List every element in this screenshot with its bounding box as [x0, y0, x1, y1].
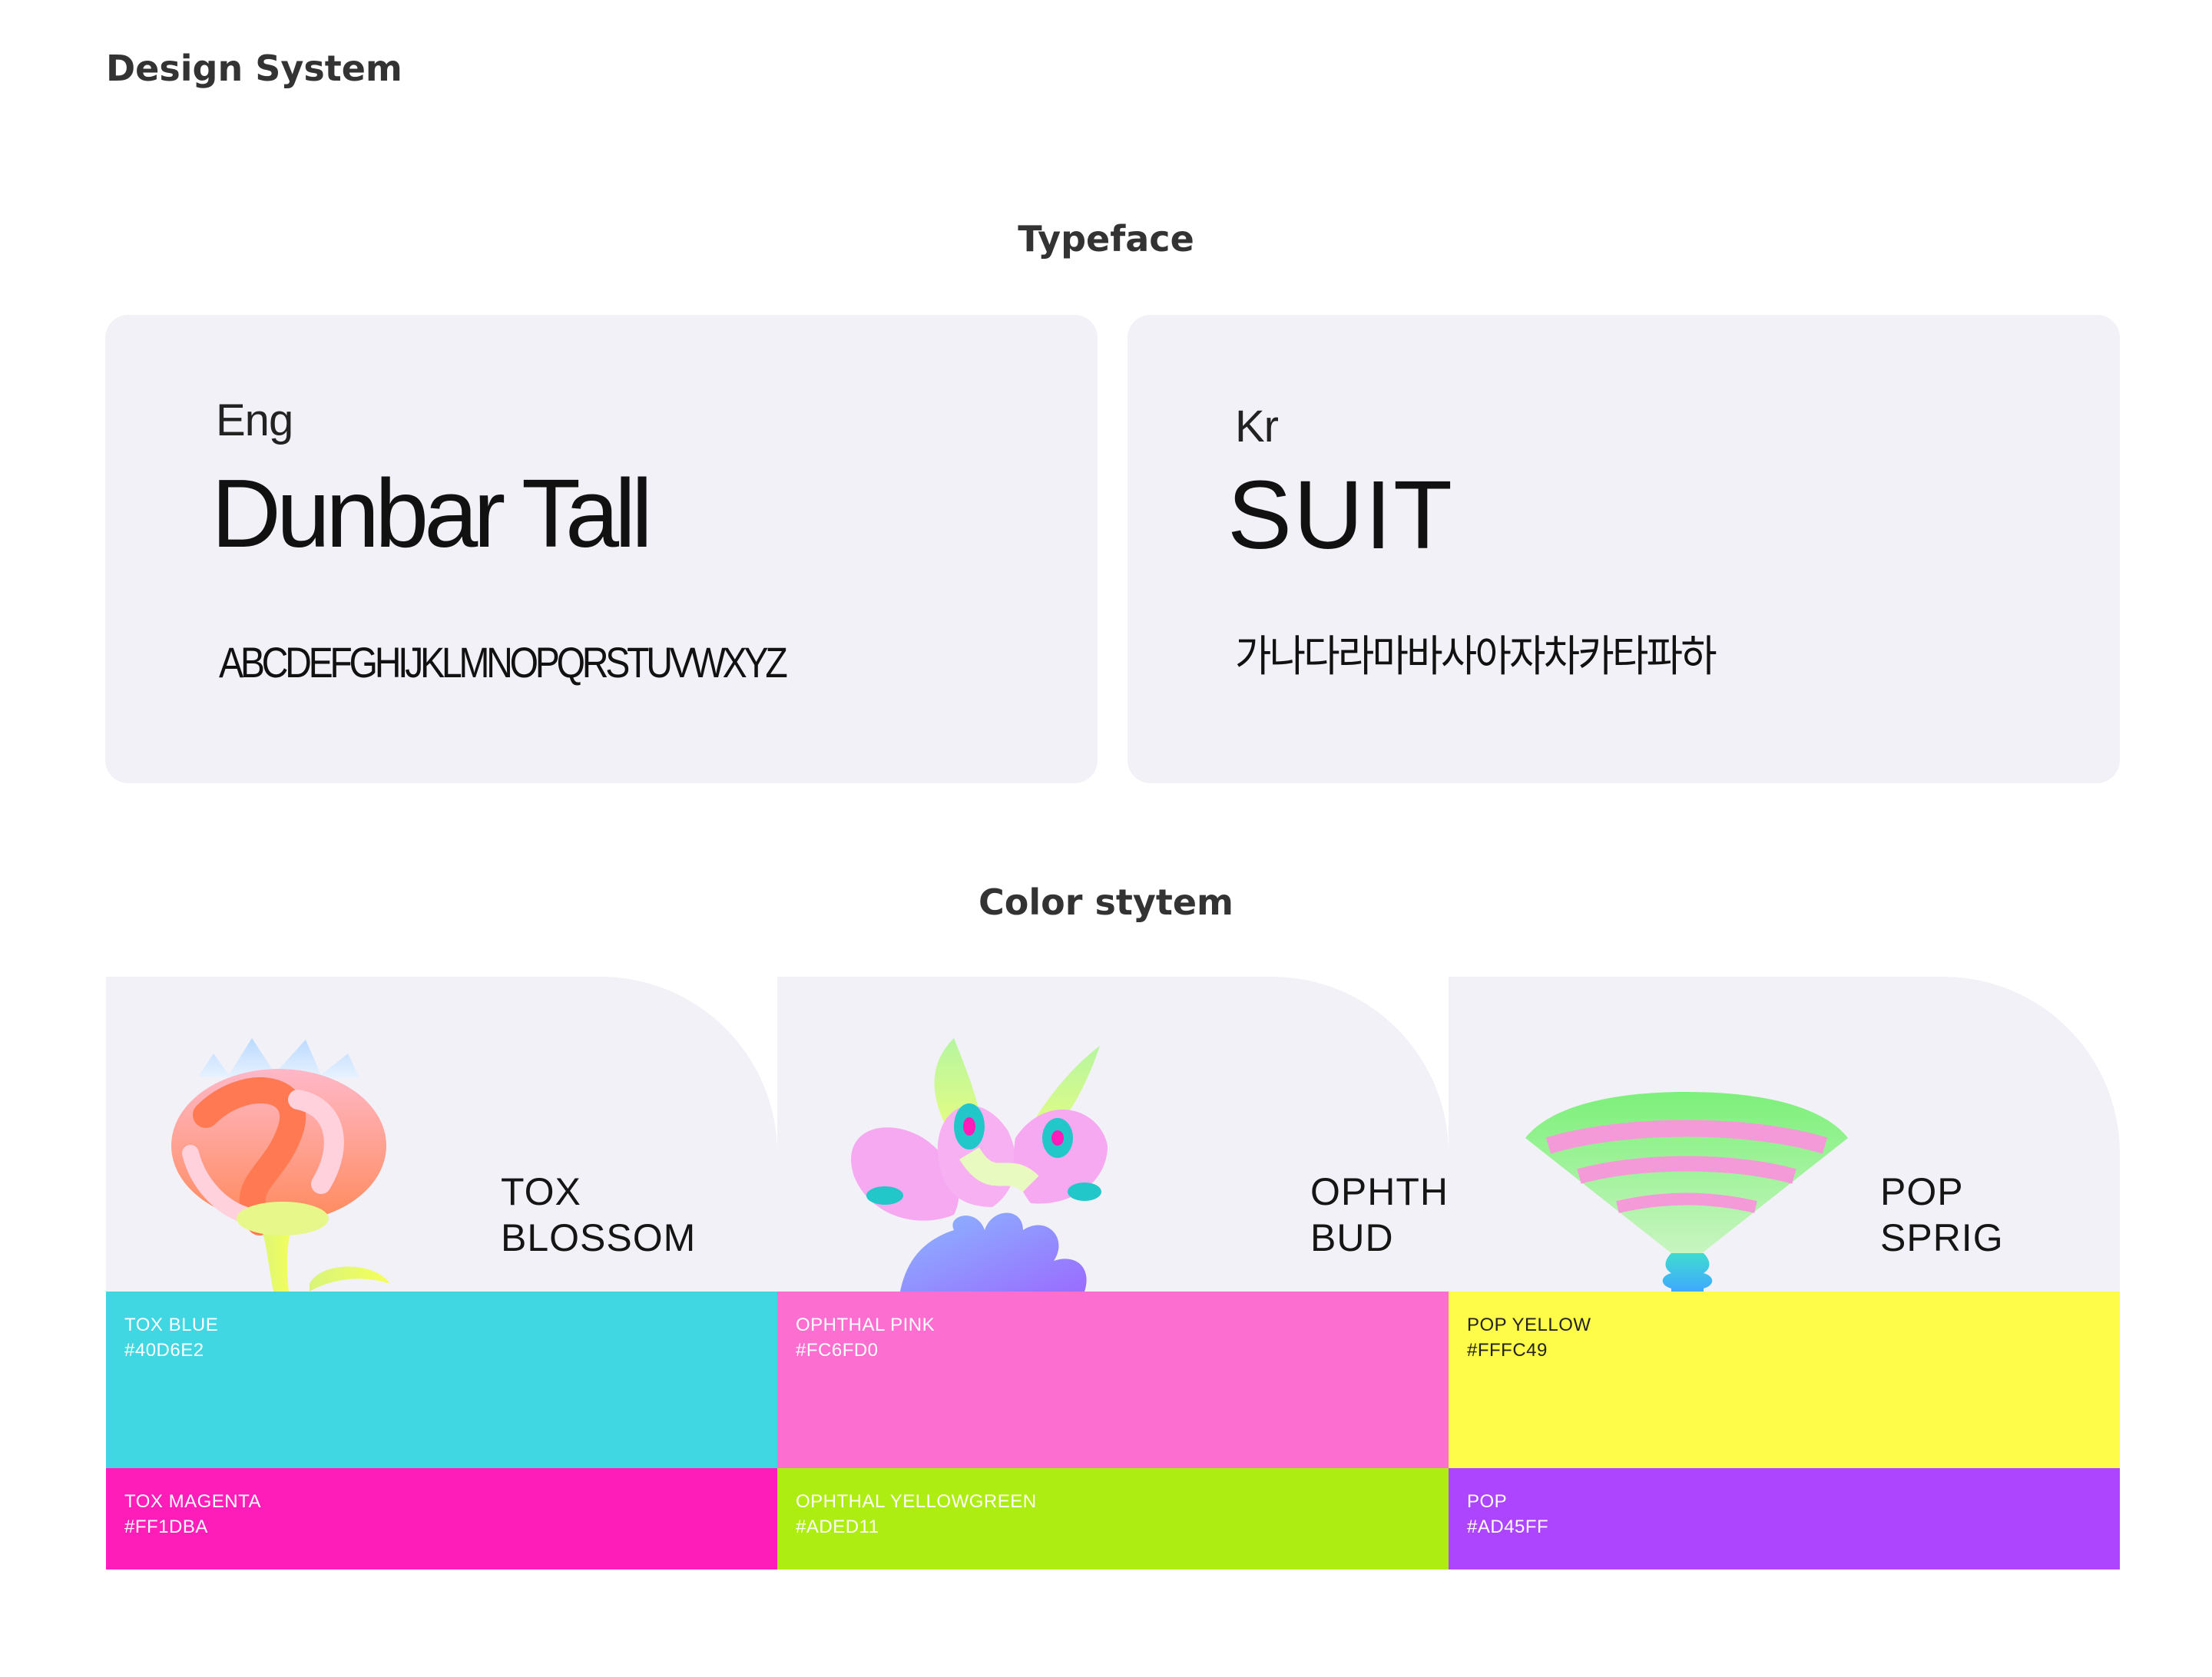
- swatch-label: OPHTHAL PINK: [796, 1315, 935, 1335]
- swatch-hex: #FFFC49: [1467, 1340, 1548, 1361]
- swatch-label: POP: [1467, 1491, 1508, 1512]
- page-title: Design System: [106, 48, 402, 89]
- swatch-label: POP YELLOW: [1467, 1315, 1591, 1335]
- swatch-hex: #AD45FF: [1467, 1517, 1549, 1537]
- typeface-hangul-sample: 가나다라마바사아자차카타파하: [1235, 632, 1717, 682]
- typeface-font-name: Dunbar Tall: [211, 459, 653, 567]
- typeface-card-kr: Kr SUIT 가나다라마바사아자차카타파하: [1128, 315, 2120, 783]
- swatch-label: TOX BLUE: [124, 1315, 219, 1335]
- swatch-pop-yellow: POP YELLOW #FFFC49: [1449, 1292, 2120, 1468]
- palette-column-ophthal: OPHTHAL BUD OPHTHAL PINK #FC6FD0 OPHTHAL…: [777, 977, 1496, 1570]
- swatch-tox-magenta: TOX MAGENTA #FF1DBA: [106, 1468, 777, 1570]
- swatch-ophthal-yellowgreen: OPHTHAL YELLOWGREEN #ADED11: [777, 1468, 1449, 1570]
- typeface-alphabet-sample: ABCDEFGHIJKLMNOPQRSTUVWXYZ: [219, 638, 788, 686]
- swatch-hex: #40D6E2: [124, 1340, 204, 1361]
- typeface-lang-label: Eng: [216, 395, 293, 445]
- palette-header: [1449, 977, 2120, 1292]
- swatch-label: TOX MAGENTA: [124, 1491, 261, 1512]
- swatch-pop-purple: POP #AD45FF: [1449, 1468, 2120, 1570]
- swatch-tox-blue: TOX BLUE #40D6E2: [106, 1292, 777, 1468]
- palette-column-tox: TOX BLOSSOM TOX BLUE #40D6E2 TOX MAGENTA…: [106, 977, 777, 1570]
- palette-column-name: TOX BLOSSOM: [501, 1170, 697, 1259]
- swatch-label: OPHTHAL YELLOWGREEN: [796, 1491, 1037, 1512]
- swatch-hex: #FC6FD0: [796, 1340, 879, 1361]
- typeface-section-title: Typeface: [1018, 218, 1194, 260]
- palette-column-name: POP SPRIG: [1880, 1170, 2004, 1259]
- typeface-font-name: SUIT: [1227, 461, 1455, 569]
- typeface-card-eng: Eng Dunbar Tall ABCDEFGHIJKLMNOPQRSTUVWX…: [105, 315, 1098, 783]
- swatch-ophthal-pink: OPHTHAL PINK #FC6FD0: [777, 1292, 1449, 1468]
- sprig-fan-icon: [1525, 1092, 1848, 1292]
- palette-column-pop: POP SPRIG POP YELLOW #FFFC49 POP #AD45FF: [1449, 977, 2120, 1570]
- bud-flower-icon: [851, 1038, 1108, 1292]
- swatch-hex: #FF1DBA: [124, 1517, 208, 1537]
- color-palette: TOX BLOSSOM TOX BLUE #40D6E2 TOX MAGENTA…: [106, 977, 2120, 1570]
- blossom-flower-icon: [171, 1038, 390, 1292]
- swatch-hex: #ADED11: [796, 1517, 879, 1537]
- color-section-title: Color stytem: [979, 882, 1233, 923]
- typeface-lang-label: Kr: [1235, 402, 1279, 452]
